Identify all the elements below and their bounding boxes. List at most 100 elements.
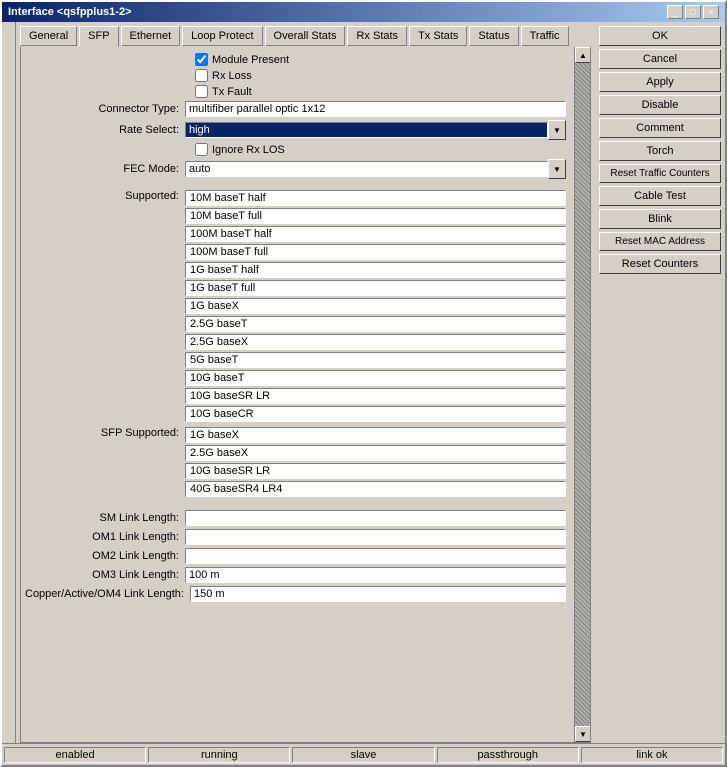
list-item: 100M baseT half: [185, 226, 566, 242]
close-button[interactable]: ×: [703, 5, 719, 19]
om2-link-length-input[interactable]: [185, 548, 566, 564]
list-item: 40G baseSR4 LR4: [185, 481, 566, 497]
reset-traffic-button[interactable]: Reset Traffic Counters: [599, 164, 721, 183]
blink-button[interactable]: Blink: [599, 209, 721, 229]
ok-button[interactable]: OK: [599, 26, 721, 46]
rate-select-value: ▼: [185, 120, 566, 140]
connector-type-row: Connector Type:: [25, 101, 586, 117]
module-present-checkbox[interactable]: [195, 53, 208, 66]
status-running: running: [148, 747, 290, 763]
om3-link-length-row: OM3 Link Length:: [25, 567, 586, 583]
copper-om4-link-length-value: [190, 586, 566, 602]
tx-fault-checkbox[interactable]: [195, 85, 208, 98]
supported-list: 10M baseT half 10M baseT full 100M baseT…: [185, 190, 566, 424]
tx-fault-label: Tx Fault: [212, 86, 252, 98]
supported-row: Supported: 10M baseT half 10M baseT full…: [25, 190, 586, 424]
tab-status[interactable]: Status: [469, 26, 518, 46]
om3-link-length-input[interactable]: [185, 567, 566, 583]
tab-tx-stats[interactable]: Tx Stats: [409, 26, 467, 46]
bottom-gap: [25, 605, 586, 625]
maximize-button[interactable]: □: [685, 5, 701, 19]
cable-test-button[interactable]: Cable Test: [599, 186, 721, 206]
rx-loss-checkbox[interactable]: [195, 69, 208, 82]
module-present-row: Module Present: [195, 53, 586, 66]
fec-mode-value: ▼: [185, 159, 566, 179]
sm-link-length-row: SM Link Length:: [25, 510, 586, 526]
tab-traffic[interactable]: Traffic: [521, 26, 569, 46]
supported-label: Supported:: [25, 190, 185, 202]
sfp-supported-row: SFP Supported: 1G baseX 2.5G baseX 10G b…: [25, 427, 586, 499]
apply-button[interactable]: Apply: [599, 72, 721, 92]
copper-om4-link-length-input[interactable]: [190, 586, 566, 602]
ignore-rx-los-row: Ignore Rx LOS: [195, 143, 586, 156]
list-item: 2.5G baseX: [185, 334, 566, 350]
gap2: [25, 502, 586, 510]
list-item: 2.5G baseX: [185, 445, 566, 461]
torch-button[interactable]: Torch: [599, 141, 721, 161]
om1-link-length-input[interactable]: [185, 529, 566, 545]
fec-mode-input[interactable]: [185, 161, 548, 177]
cancel-button[interactable]: Cancel: [599, 49, 721, 69]
om2-link-length-value: [185, 548, 566, 564]
title-bar: Interface <qsfpplus1-2> _ □ ×: [2, 2, 725, 22]
om3-link-length-label: OM3 Link Length:: [25, 569, 185, 581]
list-item: 10G baseT: [185, 370, 566, 386]
rate-select-row: Rate Select: ▼: [25, 120, 586, 140]
comment-button[interactable]: Comment: [599, 118, 721, 138]
copper-om4-link-length-row: Copper/Active/OM4 Link Length:: [25, 586, 586, 602]
scroll-track[interactable]: [575, 63, 590, 726]
tab-content: Module Present Rx Loss Tx Fault Conn: [20, 46, 591, 743]
gap1: [25, 182, 586, 190]
list-item: 1G baseX: [185, 298, 566, 314]
connector-type-input[interactable]: [185, 101, 566, 117]
om3-link-length-value: [185, 567, 566, 583]
tab-sfp[interactable]: SFP: [79, 26, 118, 47]
fec-mode-label: FEC Mode:: [25, 163, 185, 175]
rate-select-input[interactable]: [185, 122, 548, 138]
connector-type-value: [185, 101, 566, 117]
main-window: Interface <qsfpplus1-2> _ □ × General SF…: [0, 0, 727, 767]
sm-link-length-value: [185, 510, 566, 526]
tab-ethernet[interactable]: Ethernet: [121, 26, 181, 46]
rx-loss-label: Rx Loss: [212, 70, 252, 82]
tab-content-inner: Module Present Rx Loss Tx Fault Conn: [21, 47, 590, 742]
ignore-rx-los-checkbox[interactable]: [195, 143, 208, 156]
tab-general[interactable]: General: [20, 26, 77, 46]
status-bar: enabled running slave passthrough link o…: [2, 743, 725, 765]
disable-button[interactable]: Disable: [599, 95, 721, 115]
fec-mode-dropdown-btn[interactable]: ▼: [548, 159, 566, 179]
rate-select-dropdown-btn[interactable]: ▼: [548, 120, 566, 140]
reset-counters-button[interactable]: Reset Counters: [599, 254, 721, 274]
window-body: General SFP Ethernet Loop Protect Overal…: [2, 22, 725, 743]
list-item: 10G baseCR: [185, 406, 566, 422]
om1-link-length-row: OM1 Link Length:: [25, 529, 586, 545]
scroll-down-button[interactable]: ▼: [575, 726, 591, 742]
reset-mac-button[interactable]: Reset MAC Address: [599, 232, 721, 251]
list-item: 10G baseSR LR: [185, 388, 566, 404]
tab-loop-protect[interactable]: Loop Protect: [182, 26, 262, 46]
list-item: 1G baseT half: [185, 262, 566, 278]
scroll-up-button[interactable]: ▲: [575, 47, 591, 63]
sm-link-length-input[interactable]: [185, 510, 566, 526]
tx-fault-row: Tx Fault: [195, 85, 586, 98]
list-item: 10M baseT full: [185, 208, 566, 224]
om1-link-length-label: OM1 Link Length:: [25, 531, 185, 543]
status-enabled: enabled: [4, 747, 146, 763]
tab-overall-stats[interactable]: Overall Stats: [265, 26, 346, 46]
sfp-supported-list: 1G baseX 2.5G baseX 10G baseSR LR 40G ba…: [185, 427, 566, 499]
minimize-button[interactable]: _: [667, 5, 683, 19]
sm-link-length-label: SM Link Length:: [25, 512, 185, 524]
tab-rx-stats[interactable]: Rx Stats: [347, 26, 407, 46]
window-title: Interface <qsfpplus1-2>: [8, 6, 132, 18]
om1-link-length-value: [185, 529, 566, 545]
list-item: 100M baseT full: [185, 244, 566, 260]
status-passthrough: passthrough: [437, 747, 579, 763]
rate-select-label: Rate Select:: [25, 124, 185, 136]
scrollbar[interactable]: ▲ ▼: [574, 47, 590, 742]
status-link-ok: link ok: [581, 747, 723, 763]
left-panel: General SFP Ethernet Loop Protect Overal…: [16, 22, 595, 743]
module-present-label: Module Present: [212, 54, 289, 66]
list-item: 1G baseX: [185, 427, 566, 443]
sfp-supported-label: SFP Supported:: [25, 427, 185, 439]
ignore-rx-los-label: Ignore Rx LOS: [212, 144, 285, 156]
